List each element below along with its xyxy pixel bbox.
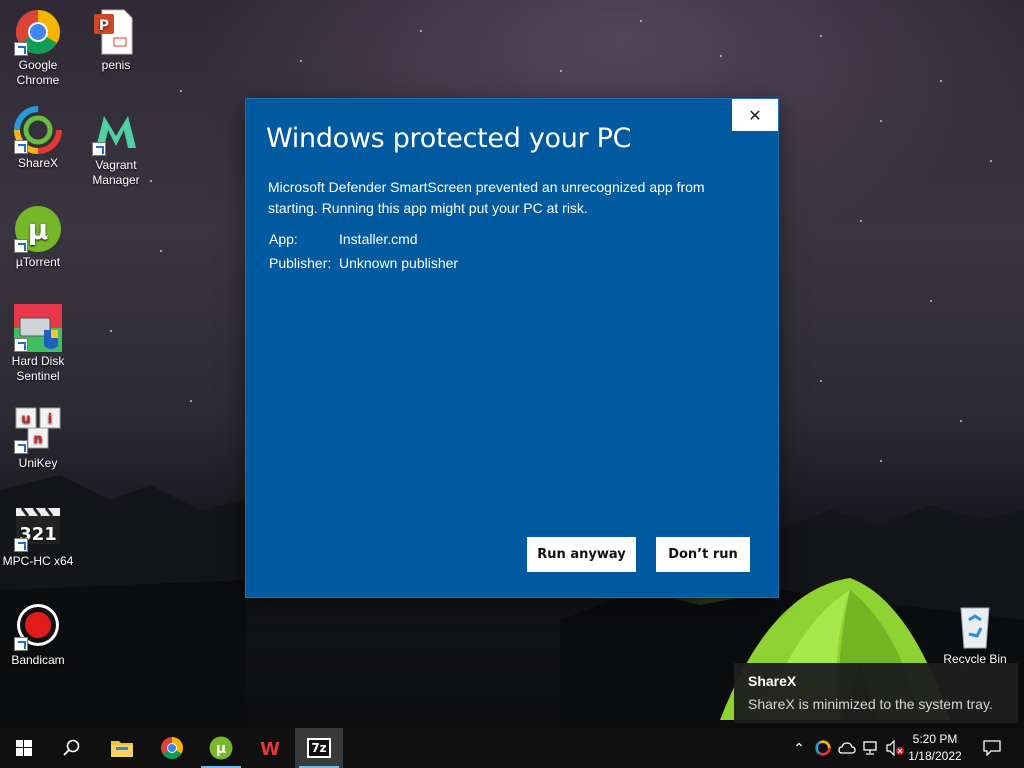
dont-run-button[interactable]: Don’t run <box>656 537 750 572</box>
shortcut-arrow-icon <box>14 440 28 454</box>
sharex-notification[interactable]: ShareX ShareX is minimized to the system… <box>734 663 1018 723</box>
desktop-icon-chrome[interactable]: Google Chrome <box>0 8 76 88</box>
close-button[interactable]: ✕ <box>732 99 778 131</box>
desktop-icon-label: Vagrant Manager <box>92 158 140 187</box>
shortcut-arrow-icon <box>14 538 28 552</box>
publisher-row: Publisher: Unknown publisher <box>269 255 458 271</box>
desktop-icon-label: ShareX <box>17 156 59 170</box>
chevron-up-icon: ⌃ <box>793 739 805 756</box>
publisher-value: Unknown publisher <box>339 255 459 271</box>
app-label: App: <box>269 231 298 247</box>
desktop-icon-unikey[interactable]: u i n UniKey <box>0 406 76 471</box>
run-anyway-button[interactable]: Run anyway <box>527 537 636 572</box>
tray-sharex[interactable] <box>812 728 834 768</box>
chrome-icon <box>14 8 62 56</box>
7zip-label: 7z <box>311 741 327 755</box>
search-icon <box>63 739 80 756</box>
svg-text:P: P <box>99 18 109 34</box>
svg-text:i: i <box>48 412 52 427</box>
recycle-bin-icon <box>951 602 999 650</box>
desktop-icon-recycle-bin[interactable]: Recycle Bin <box>937 602 1013 667</box>
desktop-icon-bandicam[interactable]: Bandicam <box>0 603 76 668</box>
desktop-icon-hard-disk-sentinel[interactable]: Hard Disk Sentinel <box>0 304 76 384</box>
desktop-icon-label: penis <box>101 58 131 72</box>
bandicam-icon <box>14 603 62 651</box>
app-value: Installer.cmd <box>339 231 418 247</box>
utorrent-icon: µ <box>209 736 233 760</box>
shortcut-arrow-icon <box>14 338 28 352</box>
taskbar: µ W 7z ⌃ 5:20 PM 1/18/2022 <box>0 728 1024 768</box>
desktop-icon-label: µTorrent <box>15 255 61 269</box>
notification-body: ShareX is minimized to the system tray. <box>748 696 993 712</box>
document-icon: P <box>92 8 140 56</box>
wps-office-icon: W <box>260 739 280 760</box>
clock-date: 1/18/2022 <box>908 749 962 763</box>
network-icon <box>863 741 877 755</box>
taskbar-file-explorer[interactable] <box>98 728 146 768</box>
show-hidden-icons-button[interactable]: ⌃ <box>788 728 810 768</box>
start-button[interactable] <box>0 728 48 768</box>
clock[interactable]: 5:20 PM 1/18/2022 <box>902 731 968 765</box>
hard-disk-sentinel-icon <box>14 304 62 352</box>
dialog-title: Windows protected your PC <box>266 123 632 154</box>
vagrant-manager-icon <box>92 108 140 156</box>
shortcut-arrow-icon <box>14 637 28 651</box>
app-row: App: Installer.cmd <box>269 231 418 247</box>
tray-network[interactable] <box>860 728 882 768</box>
desktop-icon-label: Hard Disk Sentinel <box>11 354 65 383</box>
sharex-tray-icon <box>815 740 831 756</box>
search-button[interactable] <box>48 728 96 768</box>
desktop-icon-sharex[interactable]: ShareX <box>0 106 76 171</box>
svg-text:u: u <box>21 412 30 427</box>
taskbar-wps-office[interactable]: W <box>246 728 294 768</box>
utorrent-icon: µ <box>14 205 62 253</box>
start-icon <box>16 740 32 756</box>
dialog-message: Microsoft Defender SmartScreen prevented… <box>268 179 705 216</box>
7zip-icon: 7z <box>307 738 331 758</box>
svg-text:µ: µ <box>28 213 49 246</box>
desktop-icon-utorrent[interactable]: µ µTorrent <box>0 205 76 270</box>
desktop-icon-penis[interactable]: P penis <box>78 8 154 73</box>
svg-text:µ: µ <box>216 741 226 757</box>
shortcut-arrow-icon <box>14 140 28 154</box>
chrome-icon <box>161 737 183 759</box>
desktop-icon-mpc-hc[interactable]: 321 MPC-HC x64 <box>0 504 76 569</box>
notification-title: ShareX <box>748 673 797 689</box>
file-explorer-icon <box>111 741 133 757</box>
taskbar-utorrent[interactable]: µ <box>197 728 245 768</box>
clock-time: 5:20 PM <box>912 732 958 746</box>
unikey-icon: u i n <box>14 406 62 454</box>
shortcut-arrow-icon <box>14 239 28 253</box>
action-center-button[interactable] <box>976 728 1008 768</box>
desktop-icon-label: MPC-HC x64 <box>2 554 74 568</box>
taskbar-7zip[interactable]: 7z <box>295 728 343 768</box>
shortcut-arrow-icon <box>14 42 28 56</box>
sharex-icon <box>14 106 62 154</box>
onedrive-icon <box>838 742 856 754</box>
taskbar-chrome[interactable] <box>148 728 196 768</box>
desktop-icon-label: UniKey <box>18 456 58 470</box>
notification-icon <box>983 740 1001 756</box>
svg-text:W: W <box>260 739 280 760</box>
desktop-icon-label: Google Chrome <box>16 58 60 87</box>
desktop-icon-vagrant-manager[interactable]: Vagrant Manager <box>78 108 154 188</box>
smartscreen-dialog: ✕ Windows protected your PC Microsoft De… <box>246 99 778 597</box>
tray-onedrive[interactable] <box>836 728 858 768</box>
shortcut-arrow-icon <box>92 142 106 156</box>
publisher-label: Publisher: <box>269 255 332 271</box>
mpc-hc-icon: 321 <box>14 504 62 552</box>
svg-text:n: n <box>33 432 42 447</box>
close-icon: ✕ <box>748 105 762 125</box>
desktop-icon-label: Bandicam <box>11 653 65 667</box>
